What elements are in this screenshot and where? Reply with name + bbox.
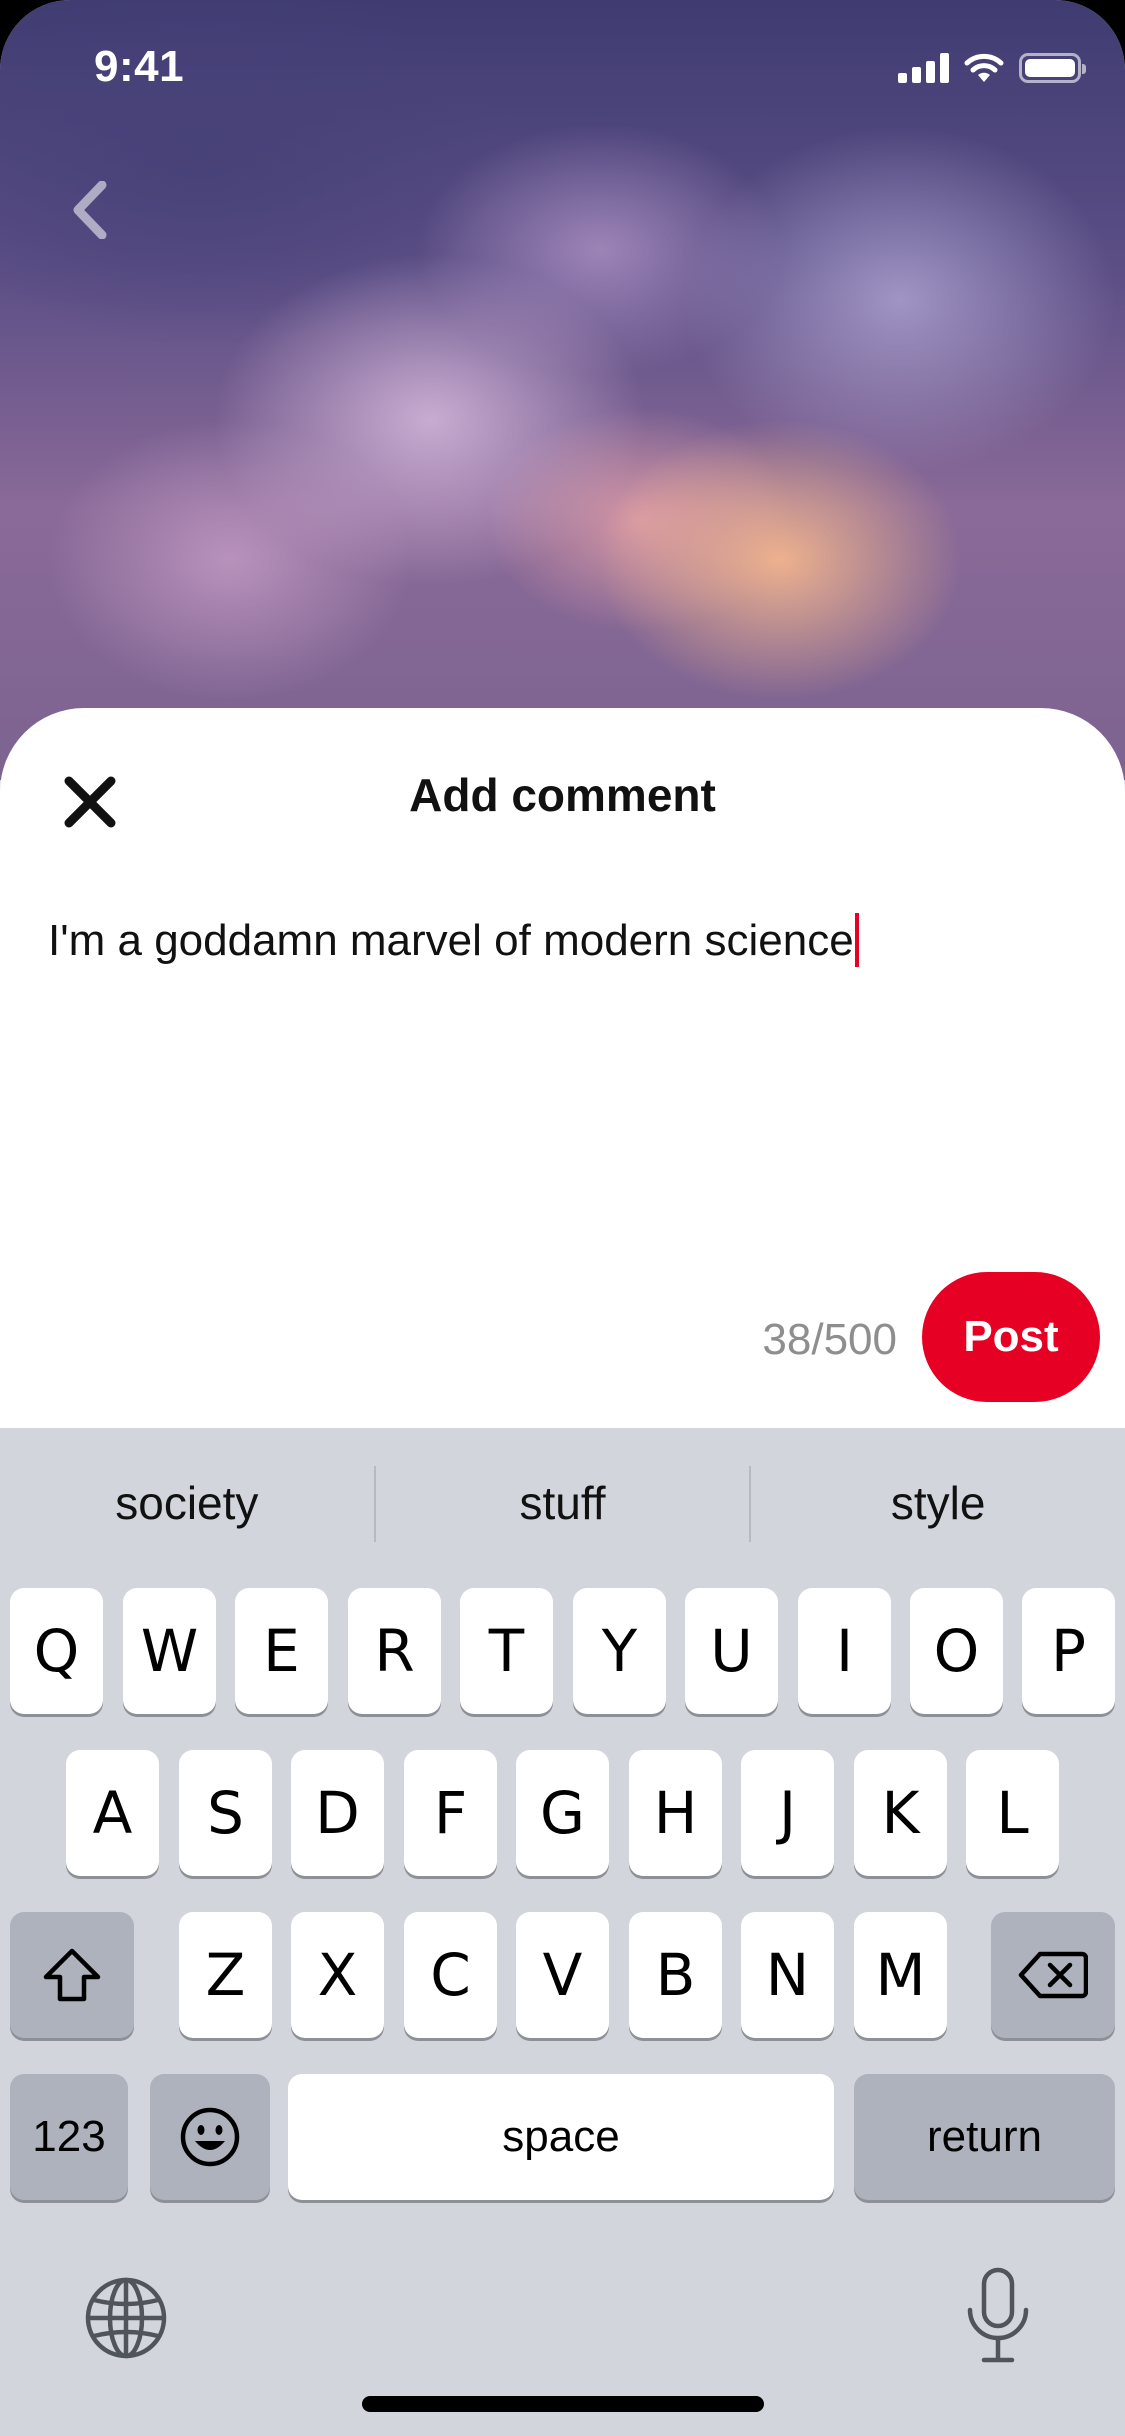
suggestion-item[interactable]: style <box>751 1428 1125 1578</box>
signal-icon <box>898 53 949 83</box>
status-bar: 9:41 <box>0 0 1125 140</box>
emoji-key[interactable] <box>150 2074 270 2200</box>
status-icons <box>898 52 1086 84</box>
status-time: 9:41 <box>94 42 185 91</box>
key-w[interactable]: W <box>123 1588 216 1714</box>
text-cursor <box>854 913 859 967</box>
key-t[interactable]: T <box>460 1588 553 1714</box>
key-j[interactable]: J <box>741 1750 834 1876</box>
delete-key[interactable] <box>991 1912 1115 2038</box>
comment-text: I'm a goddamn marvel of modern science <box>48 916 854 965</box>
chevron-left-icon <box>73 181 107 239</box>
key-m[interactable]: M <box>854 1912 947 2038</box>
character-counter: 38/500 <box>762 1315 897 1364</box>
comment-input[interactable]: I'm a goddamn marvel of modern science <box>48 913 1077 969</box>
key-k[interactable]: K <box>854 1750 947 1876</box>
key-q[interactable]: Q <box>10 1588 103 1714</box>
globe-icon[interactable] <box>84 2276 168 2360</box>
suggestion-item[interactable]: society <box>0 1428 374 1578</box>
back-button[interactable] <box>60 170 120 250</box>
key-x[interactable]: X <box>291 1912 384 2038</box>
screen: 9:41 Add comment I'm a goddamn marvel of… <box>0 0 1125 2436</box>
key-s[interactable]: S <box>179 1750 272 1876</box>
space-key[interactable]: space <box>288 2074 834 2200</box>
key-z[interactable]: Z <box>179 1912 272 2038</box>
return-key[interactable]: return <box>854 2074 1115 2200</box>
post-button[interactable]: Post <box>922 1272 1100 1402</box>
key-r[interactable]: R <box>348 1588 441 1714</box>
key-d[interactable]: D <box>291 1750 384 1876</box>
sheet-title: Add comment <box>409 769 716 821</box>
close-icon <box>64 776 116 828</box>
suggestion-bar: society stuff style <box>0 1428 1125 1578</box>
backspace-icon <box>1018 1951 1088 1999</box>
key-l[interactable]: L <box>966 1750 1059 1876</box>
key-p[interactable]: P <box>1022 1588 1115 1714</box>
key-c[interactable]: C <box>404 1912 497 2038</box>
key-v[interactable]: V <box>516 1912 609 2038</box>
emoji-icon <box>180 2107 240 2167</box>
key-a[interactable]: A <box>66 1750 159 1876</box>
key-h[interactable]: H <box>629 1750 722 1876</box>
suggestion-item[interactable]: stuff <box>376 1428 750 1578</box>
shift-key[interactable] <box>10 1912 134 2038</box>
key-f[interactable]: F <box>404 1750 497 1876</box>
key-b[interactable]: B <box>629 1912 722 2038</box>
microphone-icon[interactable] <box>960 2266 1036 2366</box>
wifi-icon <box>964 53 1004 82</box>
key-o[interactable]: O <box>910 1588 1003 1714</box>
keyboard: society stuff style Q W E R T Y U I O P … <box>0 1428 1125 2436</box>
close-button[interactable] <box>58 770 122 834</box>
key-i[interactable]: I <box>798 1588 891 1714</box>
key-u[interactable]: U <box>685 1588 778 1714</box>
key-g[interactable]: G <box>516 1750 609 1876</box>
key-y[interactable]: Y <box>573 1588 666 1714</box>
add-comment-sheet: Add comment I'm a goddamn marvel of mode… <box>0 708 1125 1428</box>
battery-icon <box>1019 53 1086 83</box>
numbers-key[interactable]: 123 <box>10 2074 128 2200</box>
key-e[interactable]: E <box>235 1588 328 1714</box>
home-indicator <box>362 2396 764 2412</box>
shift-icon <box>43 1948 101 2002</box>
key-n[interactable]: N <box>741 1912 834 2038</box>
